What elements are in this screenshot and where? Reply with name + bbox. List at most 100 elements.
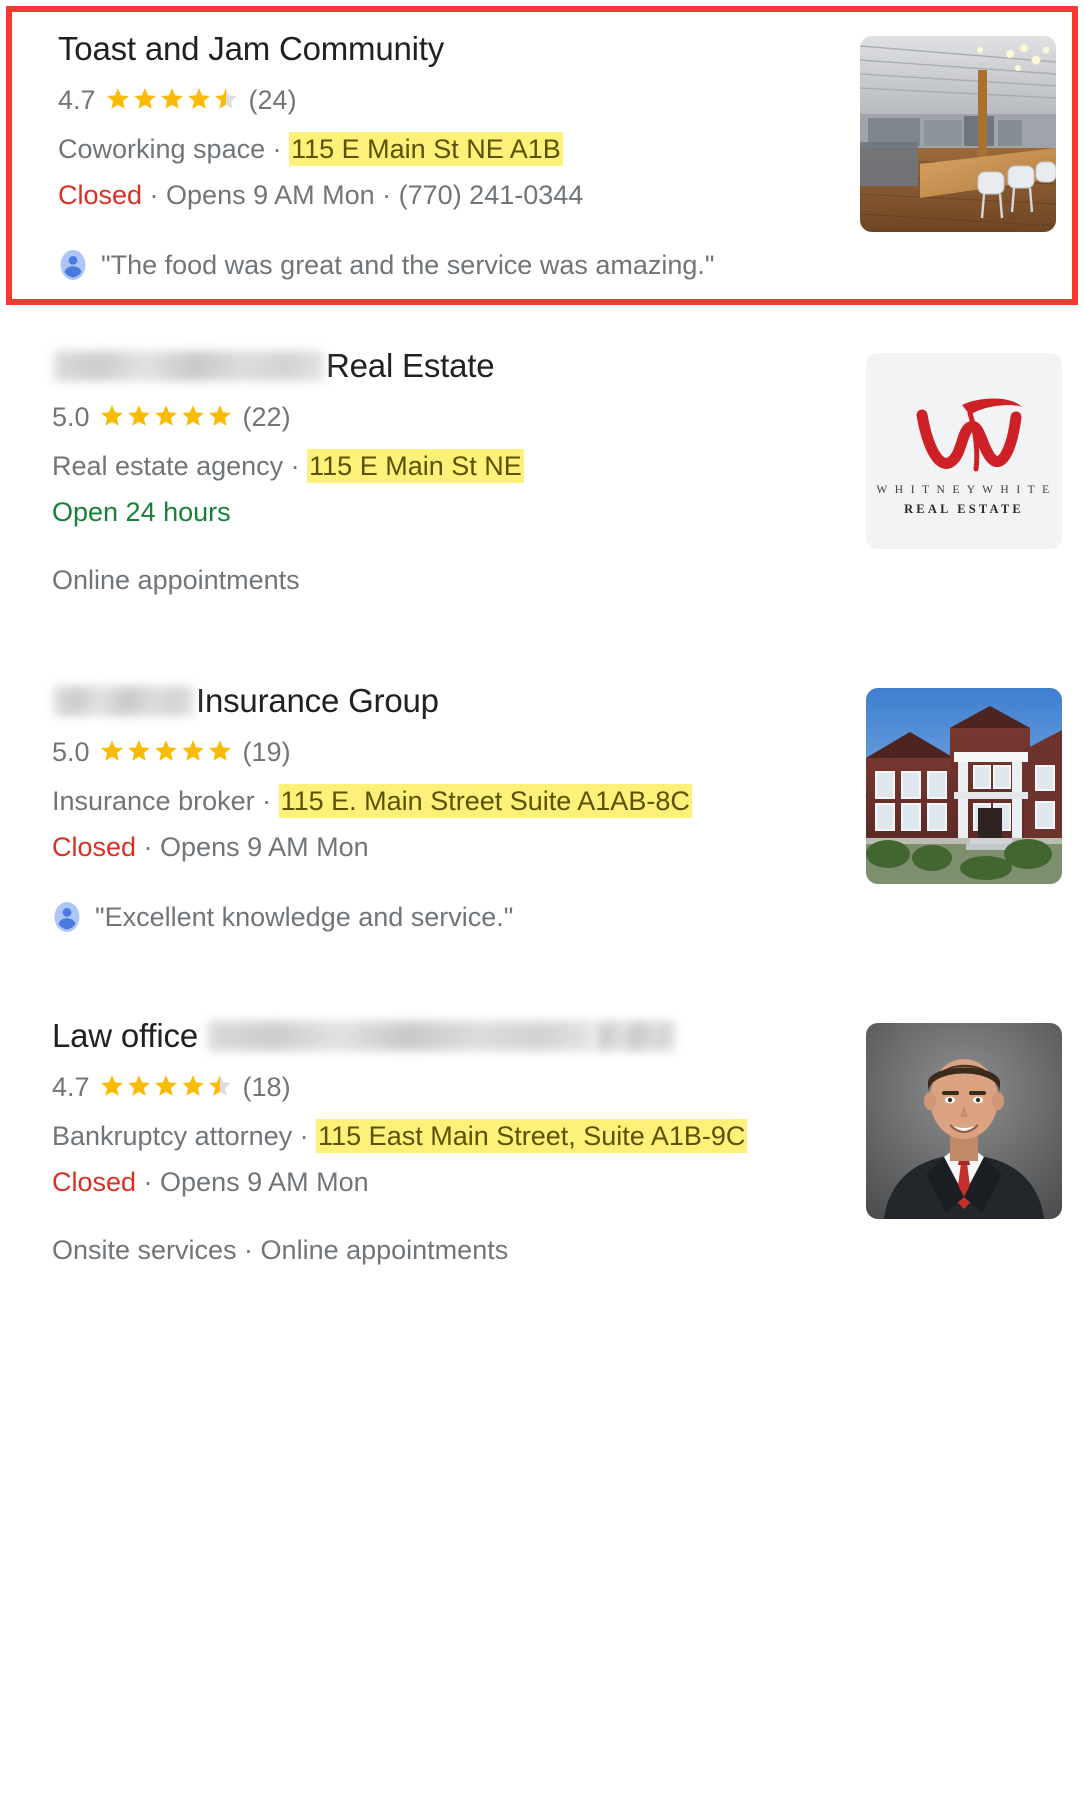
star-icon <box>154 405 177 426</box>
category-address-line: Insurance broker · 115 E. Main Street Su… <box>52 779 848 823</box>
reviewer-avatar-icon <box>54 902 80 932</box>
business-thumbnail-coworking-interior[interactable] <box>860 36 1056 232</box>
category-label: Insurance broker <box>52 786 255 816</box>
result-card-law-office[interactable]: Law office 4.7 (18) Bankruptcy attorney … <box>0 957 1084 1292</box>
star-icon <box>133 88 156 109</box>
hours-text: · Opens 9 AM Mon <box>142 180 375 210</box>
category-address-line: Coworking space · 115 E Main St NE A1B <box>58 127 842 171</box>
review-snippet-row: "Excellent knowledge and service." <box>52 899 848 935</box>
result-card-toast-and-jam-community[interactable]: Toast and Jam Community 4.7 (24) Coworki… <box>6 6 1078 305</box>
address-highlighted: 115 East Main Street, Suite A1B-9C <box>316 1119 748 1153</box>
address-highlighted: 115 E Main St NE A1B <box>289 132 563 166</box>
redacted-name-block-2 <box>595 1021 675 1052</box>
result-card-real-estate[interactable]: Real Estate 5.0 (22) Real estate agency … <box>0 305 1084 622</box>
review-count: (24) <box>248 85 297 115</box>
rating-row: 5.0 (22) <box>52 400 848 434</box>
result-card-body: Toast and Jam Community 4.7 (24) Coworki… <box>58 28 860 283</box>
rating-row: 4.7 (24) <box>58 83 842 117</box>
thumbnail-wrap <box>866 680 1062 884</box>
business-title[interactable]: Insurance Group <box>52 680 848 721</box>
status-badge: Open 24 hours <box>52 497 231 527</box>
status-badge: Closed <box>52 832 137 862</box>
address-highlighted: 115 E Main St NE <box>307 449 524 483</box>
status-line: Closed · Opens 9 AM Mon <box>52 825 848 869</box>
business-title-text: Law office <box>52 1017 198 1054</box>
redacted-name-block <box>208 1021 593 1052</box>
star-icon <box>208 740 231 761</box>
service-options: Onsite services · Online appointments <box>52 1235 509 1265</box>
business-thumbnail-office-building[interactable] <box>866 688 1062 884</box>
category-label: Real estate agency <box>52 451 284 481</box>
separator: · <box>292 1121 317 1151</box>
business-thumbnail-attorney-headshot[interactable] <box>866 1023 1062 1219</box>
rating-value: 5.0 <box>52 402 90 432</box>
review-count: (22) <box>242 402 291 432</box>
star-icon <box>127 405 150 426</box>
result-card-insurance-group[interactable]: Insurance Group 5.0 (19) Insurance broke… <box>0 622 1084 957</box>
separator: · <box>265 134 290 164</box>
star-icon <box>154 1075 177 1096</box>
thumbnail-wrap <box>860 28 1056 232</box>
review-count: (19) <box>242 737 291 767</box>
brick-office-building-photo <box>866 688 1062 884</box>
star-icon <box>100 405 123 426</box>
rating-row: 5.0 (19) <box>52 735 848 769</box>
result-card-body: Real Estate 5.0 (22) Real estate agency … <box>52 345 866 600</box>
address-highlighted: 115 E. Main Street Suite A1AB-8C <box>278 784 692 818</box>
separator: · <box>283 451 308 481</box>
star-rating <box>99 1073 234 1099</box>
business-thumbnail-real-estate-logo[interactable]: W H I T N E Y W H I T E REAL ESTATE <box>866 353 1062 549</box>
result-card-body: Law office 4.7 (18) Bankruptcy attorney … <box>52 1015 866 1270</box>
service-options: Online appointments <box>52 565 300 595</box>
category-label: Bankruptcy attorney <box>52 1121 293 1151</box>
business-title[interactable]: Toast and Jam Community <box>58 28 842 69</box>
review-quote-text: "The food was great and the service was … <box>101 250 715 280</box>
rating-value: 4.7 <box>52 1072 90 1102</box>
result-card-body: Insurance Group 5.0 (19) Insurance broke… <box>52 680 866 935</box>
star-icon <box>160 88 183 109</box>
review-quote-text: "Excellent knowledge and service." <box>95 902 514 932</box>
rating-value: 5.0 <box>52 737 90 767</box>
star-rating <box>99 738 234 764</box>
status-badge: Closed <box>52 1167 137 1197</box>
star-icon <box>100 1075 123 1096</box>
whitney-white-real-estate-logo: W H I T N E Y W H I T E REAL ESTATE <box>866 353 1062 549</box>
business-title-text: Toast and Jam Community <box>58 30 445 67</box>
business-title-text: Insurance Group <box>196 682 439 719</box>
redacted-name-block <box>54 351 324 382</box>
status-line: Closed · Opens 9 AM Mon <box>52 1160 848 1204</box>
half-star-icon <box>214 88 237 109</box>
star-icon <box>127 1075 150 1096</box>
half-star-icon <box>208 1075 231 1096</box>
star-icon <box>154 740 177 761</box>
thumbnail-wrap <box>866 1015 1062 1219</box>
review-snippet-row: "The food was great and the service was … <box>58 247 842 283</box>
star-rating <box>99 403 234 429</box>
hours-text: · Opens 9 AM Mon <box>136 1167 369 1197</box>
business-title[interactable]: Real Estate <box>52 345 848 386</box>
attorney-headshot-photo <box>866 1023 1062 1219</box>
separator: · <box>254 786 279 816</box>
svg-text:REAL ESTATE: REAL ESTATE <box>904 502 1024 516</box>
reviewer-avatar-icon <box>60 250 86 280</box>
star-icon <box>106 88 129 109</box>
rating-row: 4.7 (18) <box>52 1070 848 1104</box>
status-line: Open 24 hours <box>52 490 848 534</box>
thumbnail-wrap: W H I T N E Y W H I T E REAL ESTATE <box>866 345 1062 549</box>
local-results-list: Toast and Jam Community 4.7 (24) Coworki… <box>0 6 1084 1292</box>
coworking-interior-photo <box>860 36 1056 232</box>
star-icon <box>181 405 204 426</box>
star-icon <box>181 740 204 761</box>
star-icon <box>127 740 150 761</box>
phone-text: · (770) 241-0344 <box>374 180 584 210</box>
star-icon <box>208 405 231 426</box>
star-icon <box>100 740 123 761</box>
status-line: Closed · Opens 9 AM Mon · (770) 241-0344 <box>58 173 842 217</box>
category-label: Coworking space <box>58 134 266 164</box>
business-title[interactable]: Law office <box>52 1015 848 1056</box>
star-icon <box>181 1075 204 1096</box>
rating-value: 4.7 <box>58 85 96 115</box>
star-rating <box>105 86 240 112</box>
hours-text: · Opens 9 AM Mon <box>136 832 369 862</box>
review-count: (18) <box>242 1072 291 1102</box>
